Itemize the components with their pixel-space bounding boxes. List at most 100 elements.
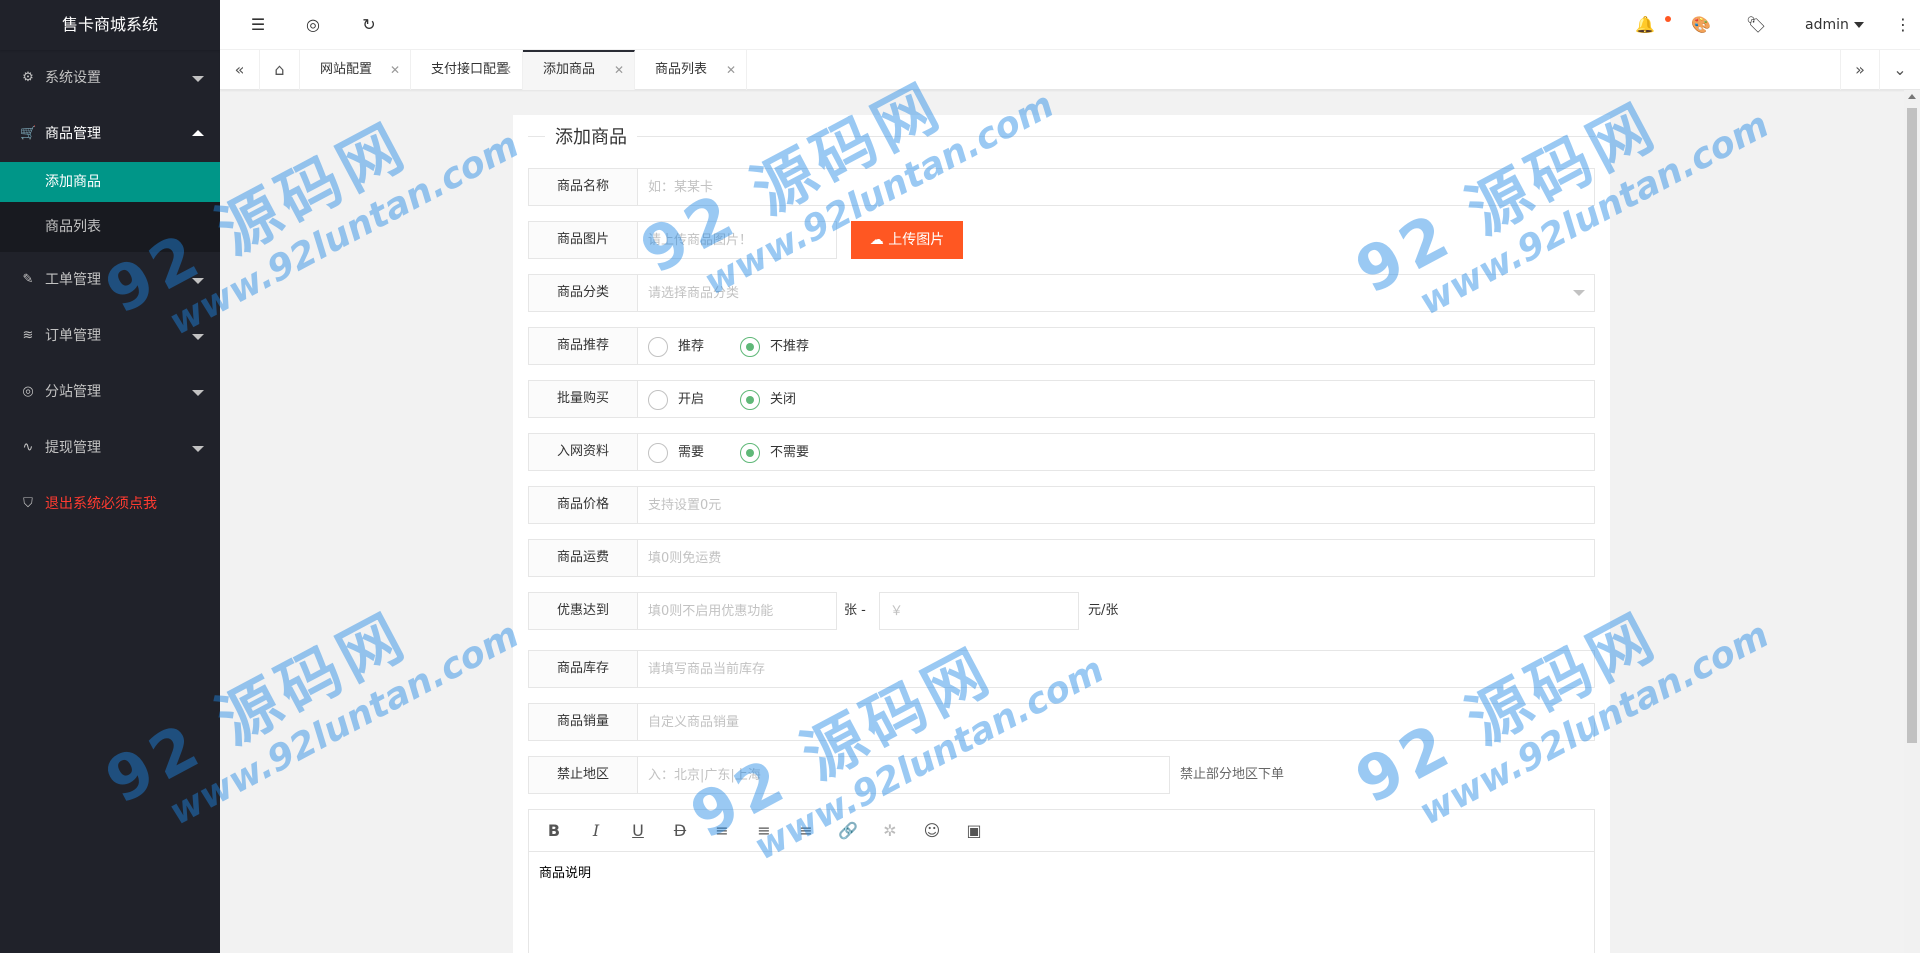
net-info-radio-group: 需要 不需要 [637,433,1595,471]
tag-icon[interactable]: 🏷 [1741,0,1771,50]
stock-input[interactable] [637,650,1595,688]
app-logo: 售卡商城系统 [0,0,220,50]
sidebar-item-ticket-management[interactable]: ✎ 工单管理 [0,252,220,308]
tab-website-config[interactable]: 网站配置 ✕ [300,50,411,90]
bell-icon[interactable]: 🔔 [1630,0,1660,50]
batch-radio-off[interactable]: 关闭 [740,390,796,410]
netinfo-radio-no-need[interactable]: 不需要 [740,443,809,463]
sidebar-item-label: 提现管理 [45,440,101,456]
home-icon[interactable]: ⌂ [260,50,300,90]
forbidden-region-input[interactable] [637,756,1170,794]
sidebar-item-order-management[interactable]: ≋ 订单管理 [0,308,220,364]
price-input[interactable] [637,486,1595,524]
link-icon[interactable]: 🔗 [828,810,868,852]
sidebar-item-system-settings[interactable]: ⚙ 系统设置 [0,50,220,106]
editor-content[interactable]: 商品说明 [539,862,591,881]
tabs-scroll-right-icon[interactable]: » [1840,50,1880,90]
tabs-dropdown-icon[interactable]: ⌄ [1880,50,1920,90]
upload-image-button[interactable]: ☁ 上传图片 [851,221,963,259]
chevron-up-icon [192,130,204,136]
row-shipping: 商品运费 [528,539,1595,577]
sidebar-item-branch-management[interactable]: ◎ 分站管理 [0,364,220,420]
row-batch-buy: 批量购买 开启 关闭 [528,380,1595,418]
unlink-icon[interactable]: ✲ [870,810,910,852]
netinfo-radio-need[interactable]: 需要 [648,443,704,463]
top-header: ☰ ◎ ↻ 🔔 🎨 🏷 admin ⋮ [220,0,1920,50]
emoji-icon[interactable]: ☺ [912,810,952,852]
close-icon[interactable]: ✕ [390,50,400,90]
scrollbar-thumb[interactable] [1907,108,1917,743]
shipping-input[interactable] [637,539,1595,577]
sidebar-item-product-management[interactable]: 🛒 商品管理 [0,106,220,162]
product-image-input[interactable] [637,221,837,259]
product-name-input[interactable] [637,168,1595,206]
close-icon[interactable]: ✕ [726,50,736,90]
bold-icon[interactable]: B [534,810,574,852]
radio-label: 开启 [678,392,705,407]
discount-price-input[interactable] [879,592,1079,630]
batch-radio-on[interactable]: 开启 [648,390,704,410]
sidebar-item-label: 商品管理 [45,126,101,142]
tab-payment-config[interactable]: 支付接口配置 ✕ [411,50,523,90]
sidebar-subitem-product-list[interactable]: 商品列表 [0,202,220,252]
product-image-label: 商品图片 [528,221,638,259]
radio-circle [740,337,760,357]
row-recommend: 商品推荐 推荐 不推荐 [528,327,1595,365]
product-name-label: 商品名称 [528,168,638,206]
sidebar-item-label: 订单管理 [45,328,101,344]
sidebar-item-logout[interactable]: ⛉ 退出系统必须点我 [0,476,220,532]
image-icon[interactable]: ▣ [954,810,994,852]
pulse-icon: ∿ [22,440,34,455]
sidebar-item-withdraw-management[interactable]: ∿ 提现管理 [0,420,220,476]
align-center-icon[interactable]: ≡ [744,810,784,852]
refresh-icon[interactable]: ↻ [354,0,384,50]
tab-add-product[interactable]: 添加商品 ✕ [523,50,635,90]
shipping-label: 商品运费 [528,539,638,577]
sidebar-item-label: 系统设置 [45,70,101,86]
sidebar-subitem-add-product[interactable]: 添加商品 [0,162,220,202]
menu-toggle-icon[interactable]: ☰ [243,0,273,50]
more-vertical-icon[interactable]: ⋮ [1888,0,1918,50]
caret-down-icon [1853,22,1864,28]
tab-product-list[interactable]: 商品列表 ✕ [635,50,747,90]
tab-label: 网站配置 [320,62,373,77]
radio-circle [648,443,668,463]
chevron-down-icon [1573,290,1585,296]
scroll-up-icon[interactable] [1908,94,1916,99]
radio-label: 不需要 [770,445,810,460]
close-icon[interactable]: ✕ [614,52,624,88]
row-net-info: 入网资料 需要 不需要 [528,433,1595,471]
strikethrough-icon[interactable]: D [660,810,700,852]
recommend-radio-yes[interactable]: 推荐 [648,337,704,357]
chevron-down-icon [192,390,204,396]
align-left-icon[interactable]: ≡ [702,810,742,852]
row-product-category: 商品分类 [528,274,1595,312]
tab-label: 添加商品 [543,62,596,77]
globe-icon[interactable]: ◎ [298,0,328,50]
chevron-down-icon [192,446,204,452]
sidebar-item-label: 工单管理 [45,272,101,288]
discount-quantity-input[interactable] [637,592,837,630]
sales-label: 商品销量 [528,703,638,741]
page-scrollbar[interactable] [1904,90,1920,953]
underline-icon[interactable]: U [618,810,658,852]
close-icon[interactable]: ✕ [502,50,512,90]
discount-label: 优惠达到 [528,592,638,630]
tabs-scroll-left-icon[interactable]: « [220,50,260,90]
add-product-form: 添加商品 商品名称 商品图片 ☁ 上传图片 商品分类 商品推荐 推荐 不推荐 批… [513,115,1610,953]
forbidden-region-hint: 禁止部分地区下单 [1180,767,1285,782]
align-right-icon[interactable]: ≡ [786,810,826,852]
cloud-upload-icon: ☁ [869,232,884,248]
chevron-down-icon [192,334,204,340]
theme-palette-icon[interactable]: 🎨 [1686,0,1716,50]
row-price: 商品价格 [528,486,1595,524]
product-category-select[interactable] [637,274,1595,312]
recommend-radio-no[interactable]: 不推荐 [740,337,809,357]
italic-icon[interactable]: I [576,810,616,852]
sales-input[interactable] [637,703,1595,741]
radio-circle [648,337,668,357]
sidebar-menu: ⚙ 系统设置 🛒 商品管理 添加商品 商品列表 ✎ 工单管理 ≋ 订单管理 ◎ … [0,50,220,532]
forbidden-region-label: 禁止地区 [528,756,638,794]
user-menu[interactable]: admin [1805,0,1864,50]
row-discount: 优惠达到 张 - 元/张 [528,592,1595,630]
